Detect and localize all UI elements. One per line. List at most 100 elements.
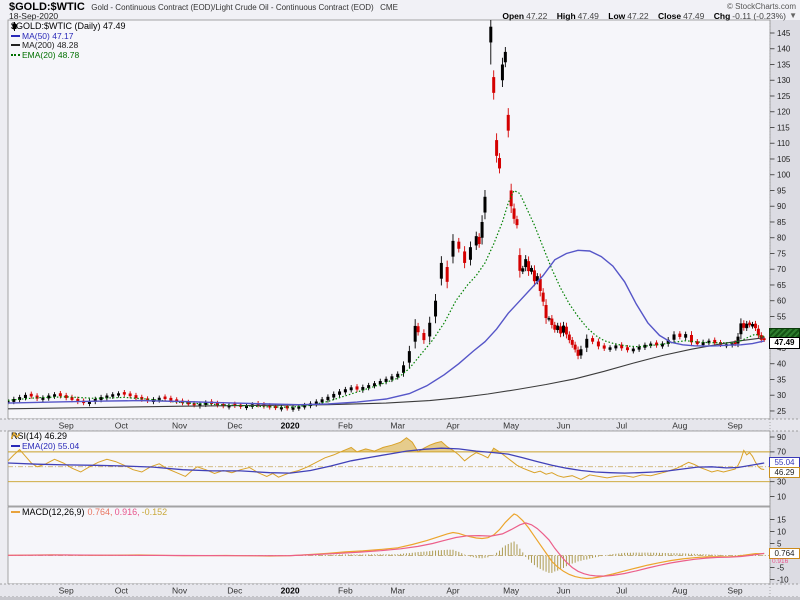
y-axis-label: 35 xyxy=(777,375,786,384)
candle-body xyxy=(338,391,342,395)
candle-body xyxy=(495,140,499,156)
month-label: Apr xyxy=(446,586,459,596)
exchange-label: CME xyxy=(380,3,398,12)
candle-body xyxy=(564,326,568,335)
candle-body xyxy=(468,247,472,260)
legend-ma200-text: MA(200) 48.28 xyxy=(22,40,79,50)
main-legend: $GOLD:$WTIC (Daily) 47.49 MA(50) 47.17 M… xyxy=(11,21,126,61)
candle-body xyxy=(576,349,580,356)
open-label: Open xyxy=(502,11,525,21)
month-label: Oct xyxy=(115,421,129,431)
candle-body xyxy=(439,262,443,279)
candle-body xyxy=(585,338,589,348)
candle-body xyxy=(678,333,682,337)
candle-body xyxy=(684,334,688,338)
candle-body xyxy=(672,334,676,340)
candle-body xyxy=(532,270,536,282)
y-axis-label: 115 xyxy=(777,123,790,132)
candle-body xyxy=(416,326,420,333)
ma50-line-icon xyxy=(11,34,20,37)
candle-body xyxy=(553,324,557,330)
legend-symbol-text: $GOLD:$WTIC (Daily) 47.49 xyxy=(11,21,126,31)
macd-signal-tag: 0.916 xyxy=(772,558,789,565)
macd-value-1: 0.764, xyxy=(87,507,113,517)
candle-body xyxy=(608,347,612,350)
month-label: Aug xyxy=(672,586,687,596)
chart-page: 2530354045505560657075808590951001051101… xyxy=(0,0,800,600)
y-axis-label: 120 xyxy=(777,108,791,117)
candle-body xyxy=(29,393,33,397)
candle-body xyxy=(591,338,595,342)
macd-axis-label: 15 xyxy=(777,515,786,524)
candle-body xyxy=(489,26,493,43)
candle-body xyxy=(524,259,528,268)
candle-body xyxy=(742,323,746,328)
month-label: Mar xyxy=(390,586,405,596)
y-axis-label: 105 xyxy=(777,155,791,164)
candle-body xyxy=(477,236,481,245)
macd-axis-label: 10 xyxy=(777,527,786,536)
y-axis-label: 110 xyxy=(777,139,790,148)
open-value: 47.22 xyxy=(526,11,548,21)
high-label: High xyxy=(556,11,576,21)
candle-body xyxy=(559,326,563,334)
month-label: 2020 xyxy=(281,421,300,431)
candle-body xyxy=(538,279,542,291)
month-label: Nov xyxy=(172,586,188,596)
y-axis-label: 95 xyxy=(777,186,786,195)
candle-body xyxy=(512,208,516,219)
y-axis-label: 100 xyxy=(777,171,791,180)
macd-axis-label: 5 xyxy=(777,539,782,548)
candle-body xyxy=(506,114,510,131)
chg-label: Chg xyxy=(713,11,731,21)
rsi-axis-label: 10 xyxy=(777,492,786,501)
candle-body xyxy=(332,393,336,398)
candle-body xyxy=(463,251,467,263)
month-label: Nov xyxy=(172,421,188,431)
candle-body xyxy=(573,344,577,350)
month-label: Apr xyxy=(446,421,459,431)
ema20-dotted-line-icon xyxy=(11,53,20,56)
rsi-ema-line-icon xyxy=(11,444,20,447)
copyright: © StockCharts.com xyxy=(726,2,796,11)
month-label: Feb xyxy=(338,586,353,596)
candle-body xyxy=(739,323,743,335)
candle-body xyxy=(457,241,461,249)
candle-body xyxy=(378,381,382,385)
candle-body xyxy=(625,347,629,351)
month-label: Dec xyxy=(227,586,243,596)
main-panel xyxy=(7,19,771,420)
legend-macd-name: MACD(12,26,9) xyxy=(22,507,85,517)
last-price-tag: 47.49 xyxy=(769,337,800,349)
rsi-panel xyxy=(7,430,771,507)
legend-rsi-ema-text: EMA(20) 55.04 xyxy=(22,440,80,451)
candle-body xyxy=(745,323,749,329)
ma200-line-icon xyxy=(11,44,20,46)
y-axis-label: 40 xyxy=(777,360,786,369)
candle-body xyxy=(556,325,560,331)
month-label: Sep xyxy=(728,586,743,596)
chevron-down-icon[interactable]: ▼ xyxy=(789,11,797,20)
candle-body xyxy=(550,318,554,325)
candle-body xyxy=(498,158,502,169)
month-label: Feb xyxy=(338,421,353,431)
macd-value-2: 0.916, xyxy=(114,507,140,517)
y-axis-label: 140 xyxy=(777,45,791,54)
month-label: Jul xyxy=(616,421,627,431)
y-axis-label: 130 xyxy=(777,76,791,85)
candle-body xyxy=(474,236,478,246)
candle-body xyxy=(521,268,525,272)
candle-body xyxy=(631,348,635,352)
candle-body xyxy=(530,267,534,272)
close-label: Close xyxy=(657,11,682,21)
candle-body xyxy=(355,386,359,390)
candle-body xyxy=(762,338,766,341)
candle-body xyxy=(596,341,600,347)
candle-body xyxy=(122,392,126,395)
candle-body xyxy=(407,351,411,363)
candle-body xyxy=(163,396,167,399)
ohlc-row: Open 47.22 High 47.49 Low 47.22 Close 47.49 … xyxy=(495,11,786,21)
legend-ma50-text: MA(50) 47.17 xyxy=(22,30,74,41)
legend-ema20: EMA(20) 48.78 xyxy=(11,50,126,61)
month-label: Sep xyxy=(728,421,743,431)
